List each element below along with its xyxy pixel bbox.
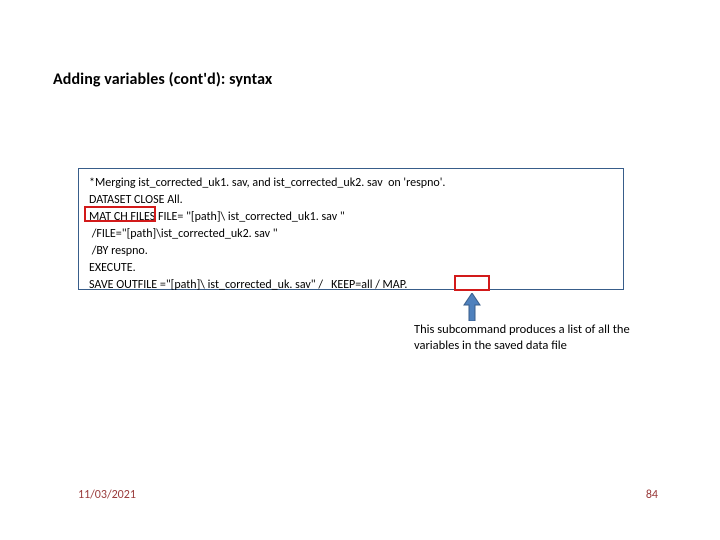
footer-date: 11/03/2021 xyxy=(78,488,136,502)
syntax-code-box: *Merging ist_corrected_uk1. sav, and ist… xyxy=(78,168,624,290)
code-line: /FILE="[path]\ist_corrected_uk2. sav " xyxy=(89,226,613,243)
slide-title: Adding variables (cont'd): syntax xyxy=(53,70,272,89)
highlight-match-files xyxy=(84,206,156,222)
slide-container: Adding variables (cont'd): syntax *Mergi… xyxy=(0,0,720,540)
code-line: *Merging ist_corrected_uk1. sav, and ist… xyxy=(89,175,613,192)
code-line: EXECUTE. xyxy=(89,260,613,277)
footer-page-number: 84 xyxy=(646,488,658,502)
code-line: DATASET CLOSE All. xyxy=(89,192,613,209)
code-line: MAT CH FILES FILE= "[path]\ ist_correcte… xyxy=(89,209,613,226)
highlight-map xyxy=(454,275,490,291)
arrow-up-icon xyxy=(463,293,481,321)
code-line: SAVE OUTFILE ="[path]\ ist_corrected_uk.… xyxy=(89,277,613,294)
code-line: /BY respno. xyxy=(89,243,613,260)
annotation-caption: This subcommand produces a list of all t… xyxy=(414,322,644,354)
